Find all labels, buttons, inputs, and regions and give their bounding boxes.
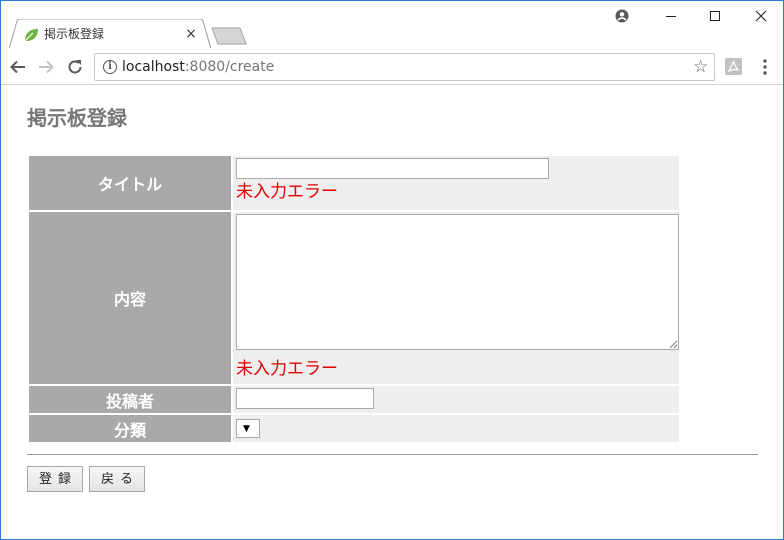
- pdf-extension-icon[interactable]: [725, 58, 742, 75]
- title-label: タイトル: [29, 156, 231, 210]
- back-arrow-icon[interactable]: [7, 56, 29, 78]
- form-row-author: 投稿者: [29, 386, 679, 413]
- content-label: 内容: [29, 212, 231, 384]
- url-path: :8080/create: [184, 59, 275, 75]
- address-bar[interactable]: i localhost:8080/create ☆: [94, 53, 715, 81]
- browser-window: 掲示板登録 × i localhost:8080/create ☆ 掲示板登録 …: [0, 0, 784, 540]
- new-tab-button[interactable]: [210, 27, 248, 45]
- browser-tab[interactable]: [9, 19, 211, 49]
- reload-icon[interactable]: [64, 56, 86, 78]
- title-input[interactable]: [236, 158, 549, 179]
- dropdown-arrow-icon: ▼: [243, 424, 250, 434]
- leaf-icon: [23, 27, 39, 43]
- tab-close-icon[interactable]: ×: [184, 25, 198, 43]
- divider: [27, 454, 758, 455]
- account-icon[interactable]: [607, 5, 637, 27]
- star-icon[interactable]: ☆: [693, 57, 708, 77]
- form-row-content: 内容 未入力エラー: [29, 212, 679, 384]
- author-label: 投稿者: [29, 386, 231, 413]
- content-textarea[interactable]: [236, 214, 679, 350]
- category-cell: ▼: [233, 415, 679, 442]
- info-icon[interactable]: i: [103, 60, 117, 74]
- title-cell: 未入力エラー: [233, 156, 679, 210]
- author-input[interactable]: [236, 388, 374, 409]
- tab-title: 掲示板登録: [44, 27, 105, 41]
- page-title: 掲示板登録: [27, 106, 127, 130]
- content-cell: 未入力エラー: [233, 212, 679, 384]
- minimize-icon[interactable]: [656, 5, 686, 27]
- form-row-category: 分類 ▼: [29, 415, 679, 442]
- page-content: 掲示板登録 タイトル 未入力エラー 内容 未入力エラー 投稿者 分類 ▼ 登録 …: [1, 86, 783, 539]
- close-icon[interactable]: [746, 5, 776, 27]
- back-button[interactable]: 戻る: [89, 466, 145, 492]
- form-row-title: タイトル 未入力エラー: [29, 156, 679, 210]
- post-form-table: タイトル 未入力エラー 内容 未入力エラー 投稿者 分類 ▼: [27, 154, 681, 444]
- url-host: localhost: [122, 59, 185, 75]
- kebab-menu-icon[interactable]: [758, 56, 772, 78]
- submit-button[interactable]: 登録: [27, 466, 83, 492]
- maximize-icon[interactable]: [700, 5, 730, 27]
- url-text[interactable]: localhost:8080/create: [122, 59, 274, 76]
- title-error-message: 未入力エラー: [236, 182, 338, 202]
- title-bar: 掲示板登録 ×: [1, 1, 783, 49]
- content-error-message: 未入力エラー: [236, 359, 338, 379]
- category-select[interactable]: ▼: [236, 419, 260, 438]
- author-cell: [233, 386, 679, 413]
- forward-arrow-icon[interactable]: [35, 56, 57, 78]
- category-label: 分類: [29, 415, 231, 442]
- browser-toolbar: i localhost:8080/create ☆: [1, 49, 783, 85]
